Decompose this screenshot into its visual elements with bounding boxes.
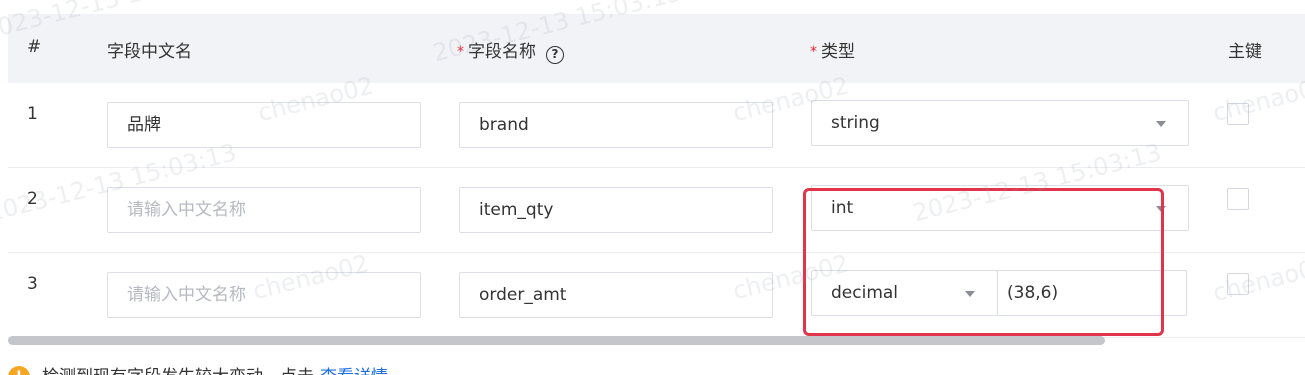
- header-primary-key: 主键: [1228, 42, 1262, 62]
- header-type: * 类型: [810, 42, 855, 62]
- question-circle-icon[interactable]: ?: [546, 46, 564, 64]
- cn-name-input[interactable]: 品牌: [107, 102, 421, 148]
- field-name-input[interactable]: brand: [459, 102, 773, 148]
- notice-text: 检测到现有字段发生较大变动，点击: [42, 367, 314, 375]
- header-field-name: * 字段名称?: [457, 37, 564, 64]
- row-index: 3: [27, 274, 38, 294]
- change-notice: ! 检测到现有字段发生较大变动，点击查看详情: [8, 362, 388, 375]
- caret-down-icon: [1156, 121, 1166, 127]
- row-index: 1: [27, 104, 38, 124]
- type-select[interactable]: int: [811, 185, 1189, 231]
- caret-down-icon: [1156, 206, 1166, 212]
- header-index: #: [27, 37, 42, 57]
- horizontal-scrollbar[interactable]: [8, 336, 1105, 345]
- primary-key-checkbox[interactable]: [1227, 103, 1249, 125]
- table-row: 3 请输入中文名称 order_amt decimal (38,6): [8, 253, 1305, 338]
- cn-name-input[interactable]: 请输入中文名称: [107, 272, 421, 318]
- field-name-input[interactable]: order_amt: [459, 272, 773, 318]
- type-select[interactable]: decimal: [811, 270, 998, 316]
- field-name-input[interactable]: item_qty: [459, 187, 773, 233]
- table-row: 2 请输入中文名称 item_qty int: [8, 168, 1305, 253]
- warning-icon: !: [8, 366, 30, 375]
- primary-key-checkbox[interactable]: [1227, 273, 1249, 295]
- table-header: # 字段中文名 * 字段名称? * 类型 主键: [8, 14, 1305, 83]
- required-mark: *: [457, 44, 464, 60]
- primary-key-checkbox[interactable]: [1227, 188, 1249, 210]
- type-select[interactable]: string: [811, 100, 1189, 146]
- caret-down-icon: [965, 291, 975, 297]
- row-index: 2: [27, 189, 38, 209]
- precision-input[interactable]: (38,6): [997, 270, 1187, 316]
- required-mark: *: [810, 44, 817, 60]
- cn-name-input[interactable]: 请输入中文名称: [107, 187, 421, 233]
- header-cn-name: 字段中文名: [107, 42, 192, 62]
- table-row: 1 品牌 brand string: [8, 83, 1305, 168]
- view-details-link[interactable]: 查看详情: [320, 367, 388, 375]
